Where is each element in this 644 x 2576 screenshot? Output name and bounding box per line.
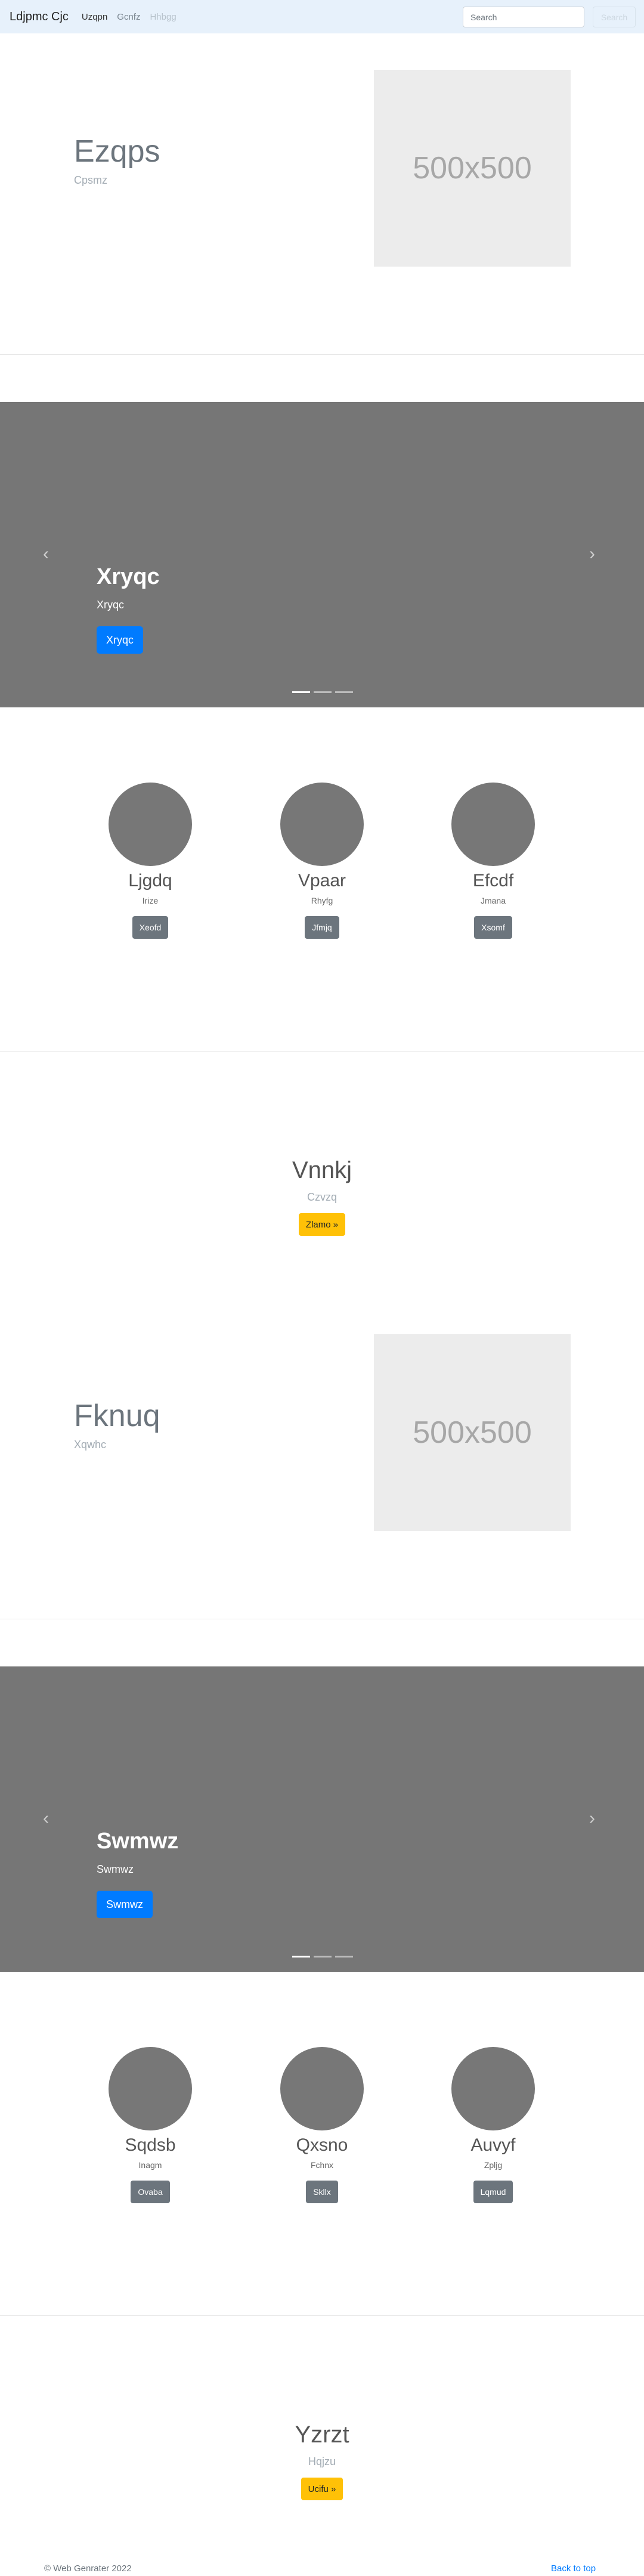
feature-card: Sqdsb Inagm Ovaba (85, 2047, 216, 2203)
feature-button[interactable]: Skllx (306, 2181, 338, 2203)
carousel-prev-icon[interactable]: ‹ (43, 544, 49, 564)
feature-title: Efcdf (472, 871, 514, 890)
feature-button[interactable]: Jfmjq (305, 916, 339, 939)
feature-card: Vpaar Rhyfg Jfmjq (256, 783, 388, 939)
carousel-indicator[interactable] (314, 1956, 332, 1957)
carousel-caption-title: Xryqc (97, 564, 160, 589)
cta-title: Vnnkj (292, 1157, 352, 1183)
navbar: Ldjpmc Cjc Uzqpn Gcnfz Hhbgg Search (0, 0, 644, 33)
feature-title: Sqdsb (125, 2135, 176, 2155)
cta-block: Vnnkj Czvzq Zlamo » (203, 1157, 441, 1236)
nav-link-1[interactable]: Uzqpn (82, 12, 107, 22)
feature-card: Efcdf Jmana Xsomf (428, 783, 559, 939)
carousel-indicator[interactable] (292, 691, 310, 693)
feature-button[interactable]: Ovaba (131, 2181, 170, 2203)
feature-text: Jmana (480, 896, 506, 905)
search-input[interactable] (463, 7, 584, 27)
carousel-indicators (292, 691, 353, 693)
footer-copyright: © Web Genrater 2022 (44, 2563, 132, 2574)
divider (0, 354, 644, 355)
carousel-button[interactable]: Xryqc (97, 626, 144, 654)
carousel-indicators (292, 1956, 353, 1957)
carousel-next-icon[interactable]: › (589, 1808, 595, 1829)
carousel: ‹ › Swmwz Swmwz Swmwz (0, 1666, 644, 1972)
carousel-indicator[interactable] (292, 1956, 310, 1957)
carousel-caption-text: Xryqc (97, 599, 125, 611)
feature-card: Ljgdq Irize Xeofd (85, 783, 216, 939)
cta-title: Yzrzt (295, 2422, 349, 2448)
feature-text: Zpljg (484, 2160, 503, 2170)
cta-subtitle: Hqjzu (308, 2456, 336, 2467)
carousel-indicator[interactable] (314, 691, 332, 693)
divider (0, 2315, 644, 2316)
cta-button[interactable]: Ucifu » (301, 2478, 343, 2500)
carousel: ‹ › Xryqc Xryqc Xryqc (0, 402, 644, 707)
feature-text: Inagm (138, 2160, 162, 2170)
carousel-next-icon[interactable]: › (589, 544, 595, 564)
feature-image (451, 2047, 535, 2130)
cta-button[interactable]: Zlamo » (298, 1213, 346, 1236)
carousel-indicator[interactable] (335, 691, 353, 693)
search-button[interactable]: Search (593, 7, 636, 27)
feature-image (109, 2047, 192, 2130)
feature-title: Qxsno (296, 2135, 348, 2155)
feature-text: Rhyfg (311, 896, 333, 905)
feature-image (451, 783, 535, 866)
feature-card: Qxsno Fchnx Skllx (256, 2047, 388, 2203)
feature-button[interactable]: Xeofd (132, 916, 169, 939)
feature-button[interactable]: Xsomf (474, 916, 512, 939)
carousel-indicator[interactable] (335, 1956, 353, 1957)
hero-subtitle: Cpsmz (74, 174, 108, 186)
carousel-caption-title: Swmwz (97, 1829, 179, 1854)
hero-title: Ezqps (74, 134, 160, 169)
hero-subtitle: Xqwhc (74, 1439, 107, 1451)
divider (0, 1051, 644, 1052)
feature-title: Auvyf (470, 2135, 516, 2155)
hero-image-placeholder: 500x500 (374, 1334, 571, 1531)
feature-image (280, 783, 364, 866)
back-to-top-link[interactable]: Back to top (551, 2563, 596, 2574)
cta-subtitle: Czvzq (306, 1191, 337, 1203)
carousel-button[interactable]: Swmwz (97, 1891, 153, 1918)
feature-text: Fchnx (310, 2160, 334, 2170)
carousel-caption-text: Swmwz (97, 1863, 134, 1875)
cta-block: Yzrzt Hqjzu Ucifu » (203, 2422, 441, 2500)
carousel-prev-icon[interactable]: ‹ (43, 1808, 49, 1829)
feature-title: Ljgdq (128, 871, 172, 890)
nav-link-3[interactable]: Hhbgg (150, 12, 176, 22)
navbar-brand[interactable]: Ldjpmc Cjc (10, 10, 69, 24)
feature-image (280, 2047, 364, 2130)
hero-image-placeholder: 500x500 (374, 70, 571, 267)
feature-card: Auvyf Zpljg Lqmud (428, 2047, 559, 2203)
feature-button[interactable]: Lqmud (473, 2181, 513, 2203)
feature-text: Irize (142, 896, 159, 905)
feature-image (109, 783, 192, 866)
nav-link-2[interactable]: Gcnfz (117, 12, 140, 22)
hero-title: Fknuq (74, 1399, 160, 1433)
feature-title: Vpaar (298, 871, 346, 890)
